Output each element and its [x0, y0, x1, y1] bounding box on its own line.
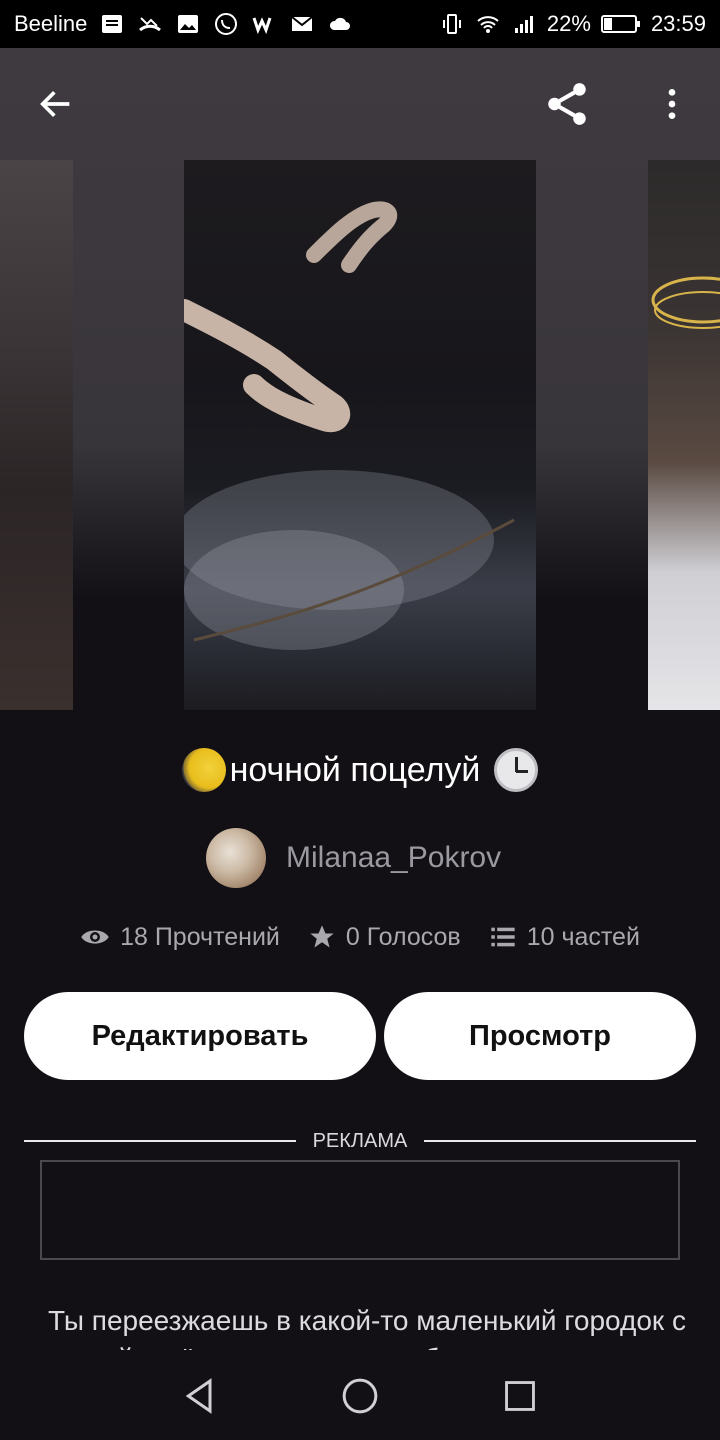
nav-recents-button[interactable] — [490, 1366, 550, 1426]
parts-count: 10 частей — [526, 922, 640, 951]
reads-count: 18 Прочтений — [120, 922, 280, 951]
avatar[interactable] — [206, 828, 266, 888]
nav-home-button[interactable] — [330, 1366, 390, 1426]
view-button[interactable]: Просмотр — [384, 992, 696, 1080]
top-bar — [0, 48, 720, 160]
author-row[interactable]: Milanaa_Pokrov — [206, 828, 501, 888]
stat-parts: 10 частей — [489, 923, 640, 952]
star-icon — [310, 925, 334, 948]
ad-label: РЕКЛАМА — [312, 1130, 408, 1152]
nav-back-button[interactable] — [170, 1366, 230, 1426]
cover-current[interactable] — [184, 160, 536, 710]
story-title: ночной поцелуй — [229, 750, 481, 789]
status-bar: Beeline 22% 23:59 — [0, 0, 720, 48]
edit-button[interactable]: Редактировать — [24, 992, 376, 1080]
signal-icon — [514, 16, 533, 33]
clock: 23:59 — [650, 11, 706, 36]
story-title-row: ночной поцелуй — [0, 748, 720, 792]
more-button[interactable] — [644, 76, 700, 132]
list-icon — [491, 927, 515, 947]
more-vert-icon — [668, 89, 676, 119]
battery-percent: 22% — [546, 11, 591, 36]
story-description: Ты переезжаешь в какой-то маленький горо… — [48, 1305, 686, 1350]
system-nav-bar — [0, 1352, 720, 1440]
author-name[interactable]: Milanaa_Pokrov — [286, 841, 501, 875]
ad-slot[interactable] — [40, 1160, 680, 1260]
mail-icon — [291, 16, 314, 31]
image-icon — [178, 15, 199, 33]
eye-icon — [81, 930, 109, 944]
whatsapp-icon — [215, 13, 238, 35]
square-recents-icon — [505, 1381, 535, 1411]
battery-icon — [600, 15, 640, 33]
cover-next-art — [651, 276, 720, 329]
missed-call-icon — [139, 17, 162, 32]
cover-next[interactable] — [648, 160, 720, 710]
stat-reads: 18 Прочтений — [80, 922, 280, 952]
moon-icon — [181, 748, 226, 792]
arrow-left-icon — [40, 91, 70, 117]
vibrate-icon — [442, 14, 461, 34]
back-button[interactable] — [28, 76, 84, 132]
share-button[interactable] — [539, 76, 595, 132]
triangle-back-icon — [185, 1378, 212, 1414]
stat-votes: 0 Голосов — [308, 923, 461, 952]
carrier-name: Beeline — [14, 11, 88, 36]
story-stats: 18 Прочтений 0 Голосов 10 частей — [0, 922, 720, 952]
cloud-icon — [330, 17, 351, 30]
cover-art — [184, 201, 515, 650]
message-icon — [102, 15, 123, 33]
wattpad-icon — [252, 17, 272, 35]
ad-divider-right — [424, 1140, 696, 1142]
votes-count: 0 Голосов — [345, 922, 461, 951]
wifi-icon — [477, 16, 499, 33]
circle-home-icon — [342, 1378, 378, 1414]
ad-divider-left — [24, 1140, 296, 1142]
clock-icon — [494, 748, 539, 792]
share-icon — [548, 83, 586, 125]
cover-previous[interactable] — [0, 160, 73, 710]
